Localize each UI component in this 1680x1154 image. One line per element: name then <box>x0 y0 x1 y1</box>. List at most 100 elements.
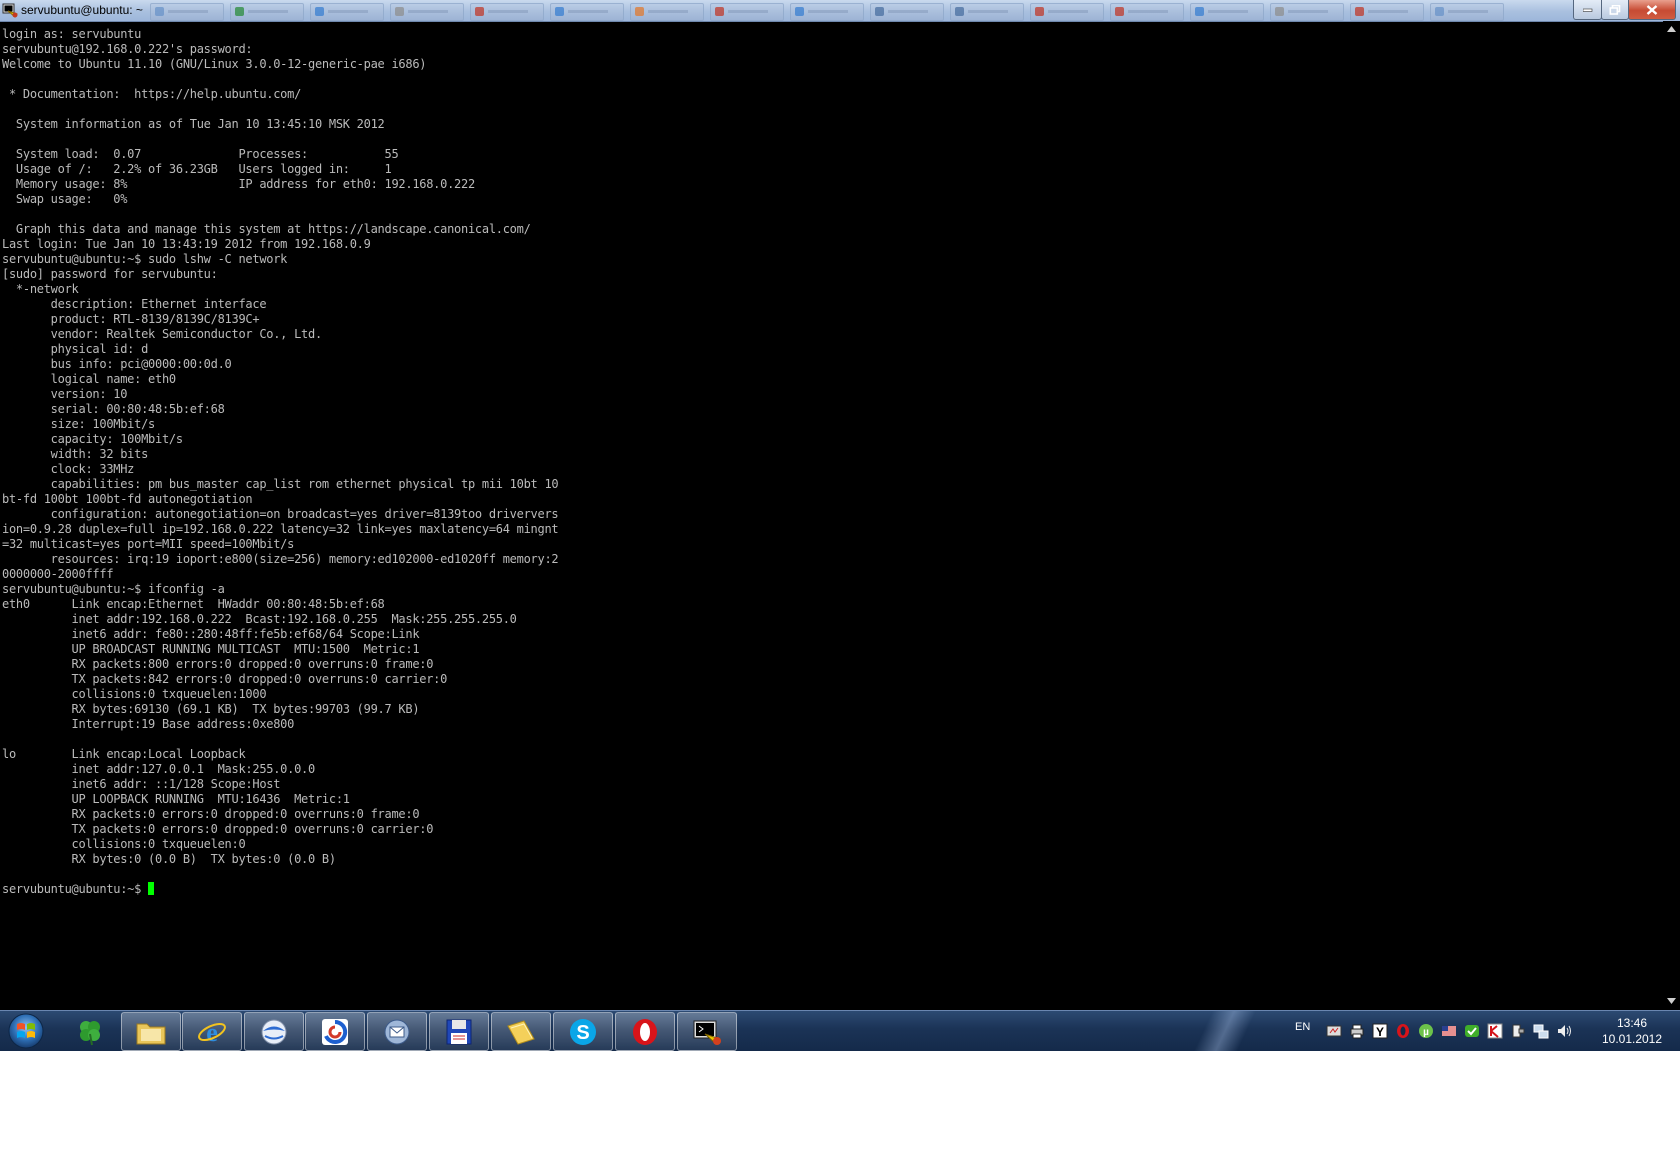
putty-icon <box>693 1020 721 1045</box>
terminal-line: Swap usage: 0% <box>2 192 128 206</box>
terminal-line: =32 multicast=yes port=MII speed=100Mbit… <box>2 537 295 551</box>
terminal-line: servubuntu@192.168.0.222's password: <box>2 42 253 56</box>
putty-window[interactable]: servubuntu@ubuntu: ~ login as: servubunt… <box>0 0 1680 1010</box>
svg-text:µ: µ <box>1423 1027 1429 1038</box>
terminal-line: logical name: eth0 <box>2 372 176 386</box>
tray-utorrent[interactable]: µ <box>1418 1023 1434 1039</box>
close-button[interactable] <box>1628 0 1676 20</box>
terminal-line: * Documentation: https://help.ubuntu.com… <box>2 87 302 101</box>
terminal-line: RX packets:0 errors:0 dropped:0 overruns… <box>2 807 420 821</box>
taskbar: e S EN Y µ 13:46 10.01.2012 <box>0 1010 1680 1051</box>
terminal-line: TX packets:842 errors:0 dropped:0 overru… <box>2 672 448 686</box>
taskbar-browser-swirl[interactable] <box>305 1012 365 1051</box>
network-icon <box>1533 1024 1549 1039</box>
terminal-line: width: 32 bits <box>2 447 149 461</box>
terminal-line: size: 100Mbit/s <box>2 417 156 431</box>
browser-swirl-icon <box>322 1018 348 1045</box>
system-clock[interactable]: 13:46 10.01.2012 <box>1596 1015 1668 1047</box>
terminal-line: product: RTL-8139/8139C/8139C+ <box>2 312 260 326</box>
scroll-down-button[interactable] <box>1663 993 1680 1010</box>
windows-logo-icon <box>8 1013 44 1049</box>
shell-prompt: servubuntu@ubuntu:~$ <box>2 882 149 896</box>
tray-opera[interactable] <box>1395 1023 1411 1039</box>
terminal-line: bus info: pci@0000:00:0d.0 <box>2 357 232 371</box>
terminal-line: System load: 0.07 Processes: 55 <box>2 147 399 161</box>
volume-icon <box>1558 1025 1571 1037</box>
terminal-line: description: Ethernet interface <box>2 297 267 311</box>
security-check-icon <box>1465 1025 1479 1037</box>
terminal-line: inet addr:127.0.0.1 Mask:255.0.0.0 <box>2 762 316 776</box>
terminal-line: physical id: d <box>2 342 149 356</box>
taskbar-mail-client[interactable] <box>367 1012 427 1051</box>
close-icon <box>1646 4 1658 15</box>
terminal-line: RX bytes:69130 (69.1 KB) TX bytes:99703 … <box>2 702 420 716</box>
clock-date: 10.01.2012 <box>1601 1032 1663 1046</box>
tray-antivirus[interactable] <box>1487 1023 1503 1039</box>
tray-yandex[interactable]: Y <box>1372 1023 1388 1039</box>
terminal-line: resources: irq:19 ioport:e800(size=256) … <box>2 552 559 566</box>
terminal-line: clock: 33MHz <box>2 462 135 476</box>
taskbar-floppy-app[interactable] <box>429 1012 489 1051</box>
tray-security-check[interactable] <box>1464 1023 1480 1039</box>
tray-printer[interactable] <box>1349 1023 1365 1039</box>
terminal-line: UP LOOPBACK RUNNING MTU:16436 Metric:1 <box>2 792 350 806</box>
clover-app-icon <box>80 1020 100 1045</box>
text-cursor <box>148 882 155 895</box>
tray-network[interactable] <box>1533 1023 1549 1039</box>
taskbar-globe-app[interactable] <box>244 1012 304 1051</box>
taskbar-folder[interactable] <box>491 1012 551 1051</box>
svg-text:e: e <box>206 1018 218 1047</box>
terminal-line: inet6 addr: fe80::280:48ff:fe5b:ef68/64 … <box>2 627 420 641</box>
arrow-down-icon <box>1667 998 1676 1004</box>
taskbar-clover-app[interactable] <box>61 1012 119 1049</box>
terminal-line: TX packets:0 errors:0 dropped:0 overruns… <box>2 822 434 836</box>
terminal-prompt-line[interactable]: servubuntu@ubuntu:~$ <box>0 882 1660 897</box>
language-indicator[interactable]: EN <box>1295 1021 1310 1033</box>
title-bar[interactable]: servubuntu@ubuntu: ~ <box>0 0 1680 22</box>
terminal-output[interactable]: login as: servubuntu servubuntu@192.168.0… <box>0 27 1660 1007</box>
minimize-button[interactable] <box>1573 0 1602 20</box>
terminal-line: Usage of /: 2.2% of 36.23GB Users logged… <box>2 162 392 176</box>
terminal-line: Interrupt:19 Base address:0xe800 <box>2 717 295 731</box>
scroll-up-button[interactable] <box>1663 21 1680 38</box>
terminal-line: capabilities: pm bus_master cap_list rom… <box>2 477 559 491</box>
maximize-button[interactable] <box>1601 0 1629 20</box>
terminal-line: bt-fd 100bt 100bt-fd autonegotiation <box>2 492 253 506</box>
tray-volume[interactable] <box>1556 1023 1572 1039</box>
terminal-line: serial: 00:80:48:5b:ef:68 <box>2 402 225 416</box>
floppy-save-icon <box>446 1019 472 1044</box>
terminal-line: Welcome to Ubuntu 11.10 (GNU/Linux 3.0.0… <box>2 57 427 71</box>
terminal-line: ion=0.9.28 duplex=full ip=192.168.0.222 … <box>2 522 559 536</box>
start-button[interactable] <box>6 1013 46 1049</box>
putty-window-icon[interactable] <box>2 2 18 18</box>
taskbar-skype[interactable]: S <box>553 1012 613 1051</box>
mail-client-icon <box>384 1019 410 1044</box>
terminal-line: vendor: Realtek Semiconductor Co., Ltd. <box>2 327 323 341</box>
tray-usb-device[interactable] <box>1510 1023 1526 1039</box>
usb-device-icon <box>1512 1024 1525 1038</box>
taskbar-file-explorer[interactable] <box>121 1012 181 1051</box>
opera-icon <box>633 1018 657 1045</box>
tray-us-flag[interactable] <box>1441 1023 1457 1039</box>
clock-time: 13:46 <box>1616 1016 1648 1030</box>
file-explorer-icon <box>136 1023 166 1044</box>
taskbar-opera[interactable] <box>615 1012 675 1051</box>
arrow-up-icon <box>1667 26 1676 32</box>
taskbar-putty[interactable] <box>677 1012 737 1051</box>
terminal-line: Last login: Tue Jan 10 13:43:19 2012 fro… <box>2 237 371 251</box>
printer-icon <box>1350 1024 1364 1039</box>
yandex-icon: Y <box>1372 1023 1388 1039</box>
terminal-line: Graph this data and manage this system a… <box>2 222 531 236</box>
terminal-scrollbar[interactable] <box>1663 21 1680 1010</box>
tray-network-monitor[interactable] <box>1326 1023 1342 1039</box>
terminal-line: lo Link encap:Local Loopback <box>2 747 246 761</box>
terminal-line: configuration: autonegotiation=on broadc… <box>2 507 559 521</box>
terminal-line: UP BROADCAST RUNNING MULTICAST MTU:1500 … <box>2 642 420 656</box>
taskbar-internet-explorer[interactable]: e <box>182 1012 242 1051</box>
